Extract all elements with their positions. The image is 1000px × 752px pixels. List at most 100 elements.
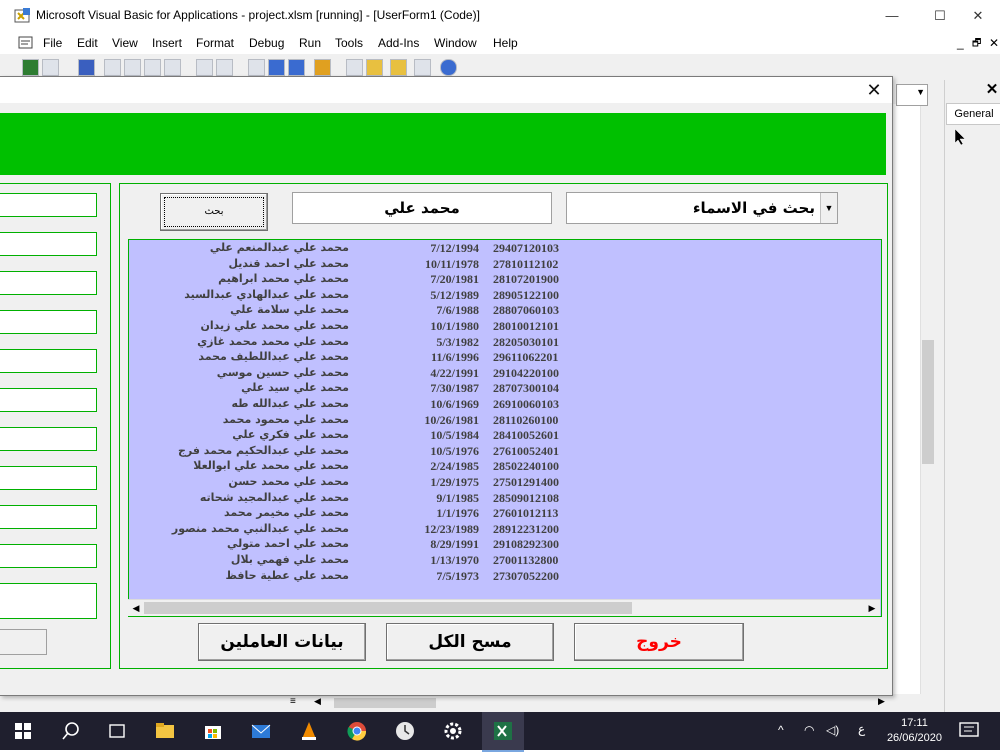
clear-all-button[interactable]: مسح الكل [386, 623, 554, 661]
listbox-scroll-thumb[interactable] [144, 602, 632, 614]
list-item[interactable]: محمد علي مخيمر محمد 1/1/1976 27601012113 [129, 506, 881, 522]
detail-field-8[interactable] [0, 466, 97, 490]
detail-field-2[interactable] [0, 232, 97, 256]
notifications-icon[interactable] [958, 721, 980, 741]
scroll-left-arrow-icon[interactable]: ◀ [128, 600, 144, 616]
scroll-right-arrow-icon[interactable]: ▶ [864, 600, 880, 616]
list-item[interactable]: محمد علي عبدالحكيم محمد فرج 10/5/1976 2761… [129, 444, 881, 460]
list-item[interactable]: محمد علي محمود محمد 10/26/1981 28110260100 [129, 413, 881, 429]
menu-view[interactable]: View [112, 36, 138, 50]
detail-field-1[interactable] [0, 193, 97, 217]
system-clock[interactable]: 17:11 26/06/2020 [887, 716, 942, 746]
ide-scroll-thumb[interactable] [334, 698, 436, 708]
paste-icon[interactable] [144, 59, 161, 76]
run-icon[interactable] [248, 59, 265, 76]
detail-field-11[interactable] [0, 583, 97, 619]
excel-view-icon[interactable] [22, 59, 39, 76]
list-item[interactable]: محمد علي محمد ابراهيم 7/20/1981 2810720190… [129, 272, 881, 288]
list-item[interactable]: محمد علي سلامة علي 7/6/1988 28807060103 [129, 303, 881, 319]
view-toggle-icon[interactable]: ≡ [290, 696, 296, 707]
menu-edit[interactable]: Edit [77, 36, 98, 50]
scroll-left-arrow-icon[interactable]: ◀ [314, 696, 321, 707]
list-item[interactable]: محمد علي حسين موسي 4/22/1991 29104220100 [129, 366, 881, 382]
menu-help[interactable]: Help [493, 36, 518, 50]
break-icon[interactable] [268, 59, 285, 76]
maximize-button[interactable]: ☐ [930, 6, 950, 26]
menu-run[interactable]: Run [299, 36, 321, 50]
clock-app-icon[interactable] [394, 720, 416, 742]
chrome-icon[interactable] [346, 720, 368, 742]
mail-icon[interactable] [250, 720, 272, 742]
list-item[interactable]: محمد علي محمد علي ابوالعلا 2/24/1985 28502… [129, 459, 881, 475]
list-item[interactable]: محمد علي سيد علي 7/30/1987 28707300104 [129, 381, 881, 397]
close-window-button[interactable]: ✕ [968, 6, 988, 26]
minimize-button[interactable]: — [882, 6, 902, 26]
list-item[interactable]: محمد علي عبدالمنعم علي 7/12/1994 294071201… [129, 241, 881, 257]
exit-button[interactable]: خروج [574, 623, 744, 661]
excel-taskbar-item[interactable] [482, 712, 524, 752]
toolbox-icon[interactable] [414, 59, 431, 76]
detail-field-3[interactable] [0, 271, 97, 295]
undo-icon[interactable] [196, 59, 213, 76]
chevron-up-icon[interactable]: ^ [778, 723, 784, 737]
cut-icon[interactable] [104, 59, 121, 76]
detail-field-9[interactable] [0, 505, 97, 529]
inner-restore-button[interactable]: 🗗 [972, 36, 981, 53]
list-item[interactable]: محمد علي احمد قنديل 10/11/1978 27810112102 [129, 257, 881, 273]
list-item[interactable]: محمد علي احمد متولي 8/29/1991 29108292300 [129, 537, 881, 553]
detail-field-4[interactable] [0, 310, 97, 334]
list-item[interactable]: محمد علي عبدالمجيد شحاته 9/1/1985 28509012… [129, 491, 881, 507]
list-item[interactable]: محمد علي عطية حافظ 7/5/1973 27307052200 [129, 569, 881, 585]
properties-icon[interactable] [366, 59, 383, 76]
detail-field-6[interactable] [0, 388, 97, 412]
windows-start-icon[interactable] [12, 720, 34, 742]
search-type-combo[interactable]: بحث في الاسماء ▼ [566, 192, 838, 224]
reset-icon[interactable] [288, 59, 305, 76]
design-mode-icon[interactable] [314, 59, 331, 76]
list-item[interactable]: محمد علي فكري علي 10/5/1984 28410052601 [129, 428, 881, 444]
employees-data-button[interactable]: بيانات العاملين [198, 623, 366, 661]
find-icon[interactable] [164, 59, 181, 76]
menu-debug[interactable]: Debug [249, 36, 284, 50]
code-window[interactable] [890, 104, 920, 694]
menu-tools[interactable]: Tools [335, 36, 363, 50]
redo-icon[interactable] [216, 59, 233, 76]
detail-field-5[interactable] [0, 349, 97, 373]
menu-file[interactable]: File [43, 36, 62, 50]
list-item[interactable]: محمد علي محمد حسن 1/29/1975 27501291400 [129, 475, 881, 491]
general-tab[interactable]: General [946, 103, 1000, 125]
inner-minimize-button[interactable]: _ [957, 36, 964, 50]
volume-icon[interactable]: ◁) [826, 723, 839, 737]
detail-field-7[interactable] [0, 427, 97, 451]
list-item[interactable]: محمد علي محمد علي زيدان 10/1/1980 28010012… [129, 319, 881, 335]
inner-close-button[interactable]: ✕ [989, 36, 999, 50]
file-explorer-icon[interactable] [154, 720, 176, 742]
panel-close-button[interactable]: ✕ [984, 80, 1000, 100]
object-browser-icon[interactable] [390, 59, 407, 76]
listbox-horizontal-scrollbar[interactable]: ◀ ▶ [128, 599, 880, 616]
menu-window[interactable]: Window [434, 36, 477, 50]
menu-insert[interactable]: Insert [152, 36, 182, 50]
scroll-right-arrow-icon[interactable]: ▶ [878, 696, 885, 707]
insert-userform-icon[interactable] [42, 59, 59, 76]
results-listbox[interactable]: محمد علي عبدالمنعم علي 7/12/1994 294071201… [128, 239, 882, 617]
save-icon[interactable] [78, 59, 95, 76]
copy-icon[interactable] [124, 59, 141, 76]
input-language-indicator[interactable]: ع [858, 722, 865, 736]
search-icon[interactable] [60, 720, 82, 742]
store-icon[interactable] [202, 720, 224, 742]
details-action-button[interactable] [0, 629, 47, 655]
ide-horizontal-scrollbar[interactable]: ≡ ◀ ▶ [270, 694, 892, 712]
list-item[interactable]: محمد علي عبدالله طه 10/6/1969 26910060103 [129, 397, 881, 413]
list-item[interactable]: محمد علي محمد محمد غازي 5/3/1982 282050301… [129, 335, 881, 351]
procedure-dropdown[interactable]: ▼ [896, 84, 928, 106]
menu-format[interactable]: Format [196, 36, 234, 50]
chevron-down-icon[interactable]: ▼ [820, 193, 837, 223]
menu-addins[interactable]: Add-Ins [378, 36, 419, 50]
task-view-icon[interactable] [106, 720, 128, 742]
vlc-icon[interactable] [298, 720, 320, 742]
detail-field-10[interactable] [0, 544, 97, 568]
list-item[interactable]: محمد علي فهمي بلال 1/13/1970 27001132800 [129, 553, 881, 569]
list-item[interactable]: محمد علي عبدالنبي محمد منصور 12/23/1989 28… [129, 522, 881, 538]
code-scroll-thumb[interactable] [922, 340, 934, 464]
